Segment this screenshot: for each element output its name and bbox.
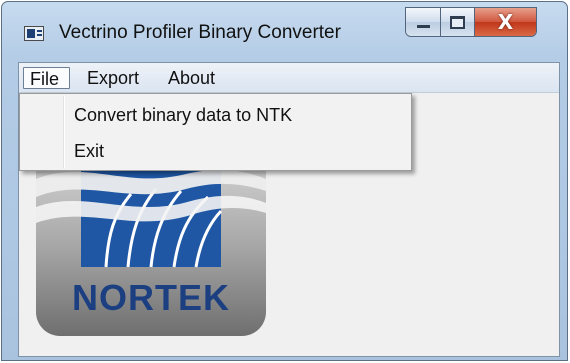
menu-item-convert-ntk[interactable]: Convert binary data to NTK xyxy=(22,101,409,129)
menu-item-exit[interactable]: Exit xyxy=(22,137,409,165)
file-dropdown-menu: Convert binary data to NTK Exit xyxy=(19,93,412,171)
minimize-button[interactable] xyxy=(406,8,441,36)
logo-text: NORTEK xyxy=(72,277,230,318)
minimize-icon xyxy=(416,24,430,28)
window-controls: X xyxy=(405,7,537,37)
menu-export[interactable]: Export xyxy=(81,67,145,89)
menu-item-convert-label: Convert binary data to NTK xyxy=(74,105,293,125)
menu-bar: File Export About xyxy=(19,63,559,93)
close-button[interactable]: X xyxy=(475,8,536,36)
menu-file[interactable]: File xyxy=(23,67,70,89)
maximize-button[interactable] xyxy=(441,8,475,36)
menu-about[interactable]: About xyxy=(162,67,221,89)
app-window: Vectrino Profiler Binary Converter X Fil… xyxy=(1,1,568,361)
menu-item-exit-label: Exit xyxy=(74,141,105,161)
maximize-icon xyxy=(450,15,465,29)
close-icon: X xyxy=(497,10,514,34)
window-title: Vectrino Profiler Binary Converter xyxy=(59,22,341,43)
app-icon[interactable] xyxy=(24,26,44,41)
